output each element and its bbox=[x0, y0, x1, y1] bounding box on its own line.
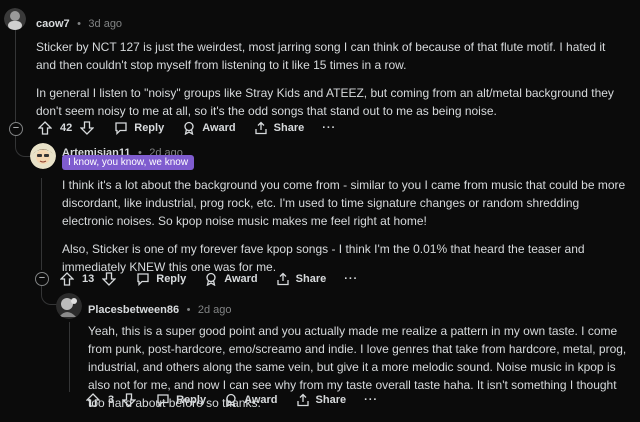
thread-line-2[interactable] bbox=[41, 178, 42, 270]
award-icon bbox=[226, 393, 236, 407]
award-label: Award bbox=[224, 273, 258, 285]
share-button[interactable]: Share bbox=[276, 272, 327, 286]
thread-line-3[interactable] bbox=[69, 322, 70, 392]
downvote-icon[interactable] bbox=[100, 270, 118, 288]
timestamp[interactable]: 2d ago bbox=[198, 304, 232, 316]
comment-actions: 42 Reply Award Share ··· bbox=[36, 117, 354, 139]
more-options-icon[interactable]: ··· bbox=[322, 122, 336, 134]
downvote-icon[interactable] bbox=[120, 391, 138, 409]
more-options-icon[interactable]: ··· bbox=[364, 394, 378, 406]
vote-group: 42 bbox=[36, 119, 96, 137]
reply-button[interactable]: Reply bbox=[114, 121, 164, 135]
share-icon bbox=[296, 393, 309, 407]
upvote-icon[interactable] bbox=[58, 270, 76, 288]
award-button[interactable]: Award bbox=[204, 272, 258, 286]
award-label: Award bbox=[202, 122, 236, 134]
avatar[interactable] bbox=[30, 143, 56, 169]
avatar[interactable] bbox=[56, 293, 82, 319]
award-button[interactable]: Award bbox=[224, 393, 278, 407]
comment-actions: 3 Reply Award Share ··· bbox=[84, 389, 396, 411]
share-label: Share bbox=[295, 273, 327, 285]
avatar-image bbox=[4, 8, 26, 30]
comment-header: caow7 • 3d ago bbox=[36, 14, 122, 32]
award-label: Award bbox=[244, 394, 278, 406]
comment-paragraph: Sticker by NCT 127 is just the weirdest,… bbox=[36, 40, 606, 72]
vote-count: 42 bbox=[60, 122, 73, 134]
downvote-icon[interactable] bbox=[78, 119, 96, 137]
reply-icon bbox=[137, 273, 149, 286]
avatar-image bbox=[30, 143, 56, 169]
reply-label: Reply bbox=[134, 122, 165, 134]
more-options-icon[interactable]: ··· bbox=[344, 273, 358, 285]
avatar[interactable] bbox=[4, 8, 26, 30]
vote-group: 3 bbox=[84, 391, 138, 409]
reply-label: Reply bbox=[176, 394, 207, 406]
share-label: Share bbox=[315, 394, 347, 406]
share-button[interactable]: Share bbox=[296, 393, 347, 407]
reply-button[interactable]: Reply bbox=[136, 272, 186, 286]
upvote-icon[interactable] bbox=[36, 119, 54, 137]
vote-group: 13 bbox=[58, 270, 118, 288]
reply-icon bbox=[115, 122, 127, 135]
collapse-thread-button[interactable]: − bbox=[35, 272, 49, 286]
thread-line-1[interactable] bbox=[15, 30, 16, 124]
vote-count: 3 bbox=[108, 394, 115, 406]
timestamp[interactable]: 3d ago bbox=[88, 18, 122, 30]
award-button[interactable]: Award bbox=[182, 121, 236, 135]
username[interactable]: caow7 bbox=[36, 18, 70, 30]
share-button[interactable]: Share bbox=[254, 121, 305, 135]
reply-button[interactable]: Reply bbox=[156, 393, 206, 407]
upvote-icon[interactable] bbox=[84, 391, 102, 409]
share-icon bbox=[276, 272, 289, 286]
award-icon bbox=[206, 272, 216, 286]
comment-actions: 13 Reply Award Share ··· bbox=[58, 268, 376, 290]
reply-icon bbox=[157, 394, 169, 407]
award-icon bbox=[184, 121, 194, 135]
comment-paragraph: In general I listen to "noisy" groups li… bbox=[36, 86, 614, 118]
share-icon bbox=[254, 121, 267, 135]
avatar-image bbox=[56, 293, 82, 319]
reply-label: Reply bbox=[156, 273, 187, 285]
comment-header: Placesbetween86 • 2d ago bbox=[88, 300, 232, 318]
user-flair: I know, you know, we know bbox=[62, 155, 195, 170]
separator-dot: • bbox=[77, 18, 81, 30]
collapse-thread-button[interactable]: − bbox=[9, 122, 23, 136]
vote-count: 13 bbox=[82, 273, 95, 285]
separator-dot: • bbox=[186, 304, 191, 316]
comment-paragraph: I think it's a lot about the background … bbox=[62, 178, 626, 228]
username[interactable]: Placesbetween86 bbox=[88, 304, 179, 316]
share-label: Share bbox=[273, 122, 305, 134]
